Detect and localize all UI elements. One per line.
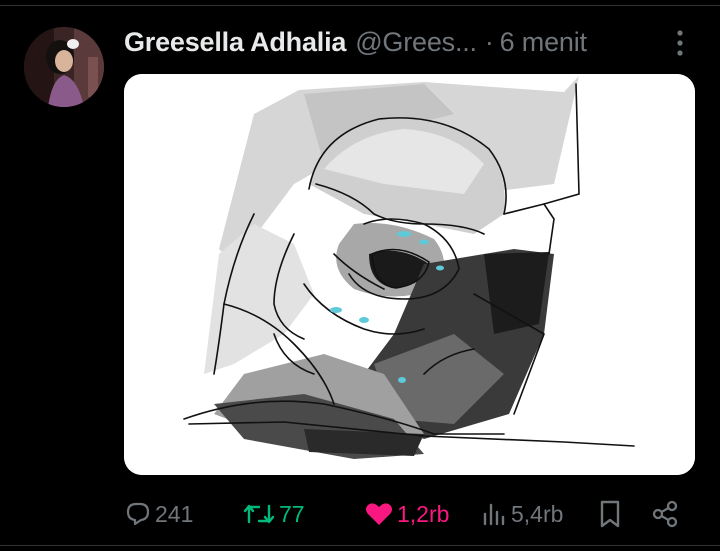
retweet-button[interactable]: 77 [242,494,305,534]
views-icon [480,500,508,528]
bookmark-icon [596,499,624,529]
bookmark-button[interactable] [596,494,624,534]
share-button[interactable] [650,494,680,534]
post-timestamp[interactable]: 6 menit [500,27,587,58]
more-vertical-icon [677,30,683,56]
user-handle[interactable]: @Grees... [355,27,477,58]
reply-icon [124,500,152,528]
views-button[interactable]: 5,4rb [480,494,563,534]
separator-dot: · [484,26,494,57]
post-media-image[interactable] [124,74,695,475]
share-icon [650,499,680,529]
top-divider [0,5,720,6]
more-options-button[interactable] [664,26,696,60]
like-count: 1,2rb [397,500,450,527]
reply-count: 241 [155,500,194,527]
retweet-count: 77 [279,500,305,527]
views-count: 5,4rb [511,500,564,527]
avatar[interactable] [24,27,104,107]
bottom-divider [0,545,720,546]
sketch-drawing [124,74,695,475]
reply-button[interactable]: 241 [124,494,193,534]
action-bar: 241 77 1,2rb 5,4rb [124,494,696,534]
like-button[interactable]: 1,2rb [364,494,449,534]
post-header: Greesella Adhalia @Grees... · 6 menit [124,22,664,62]
retweet-icon [242,500,276,528]
display-name[interactable]: Greesella Adhalia [124,27,346,58]
heart-icon [364,500,394,528]
